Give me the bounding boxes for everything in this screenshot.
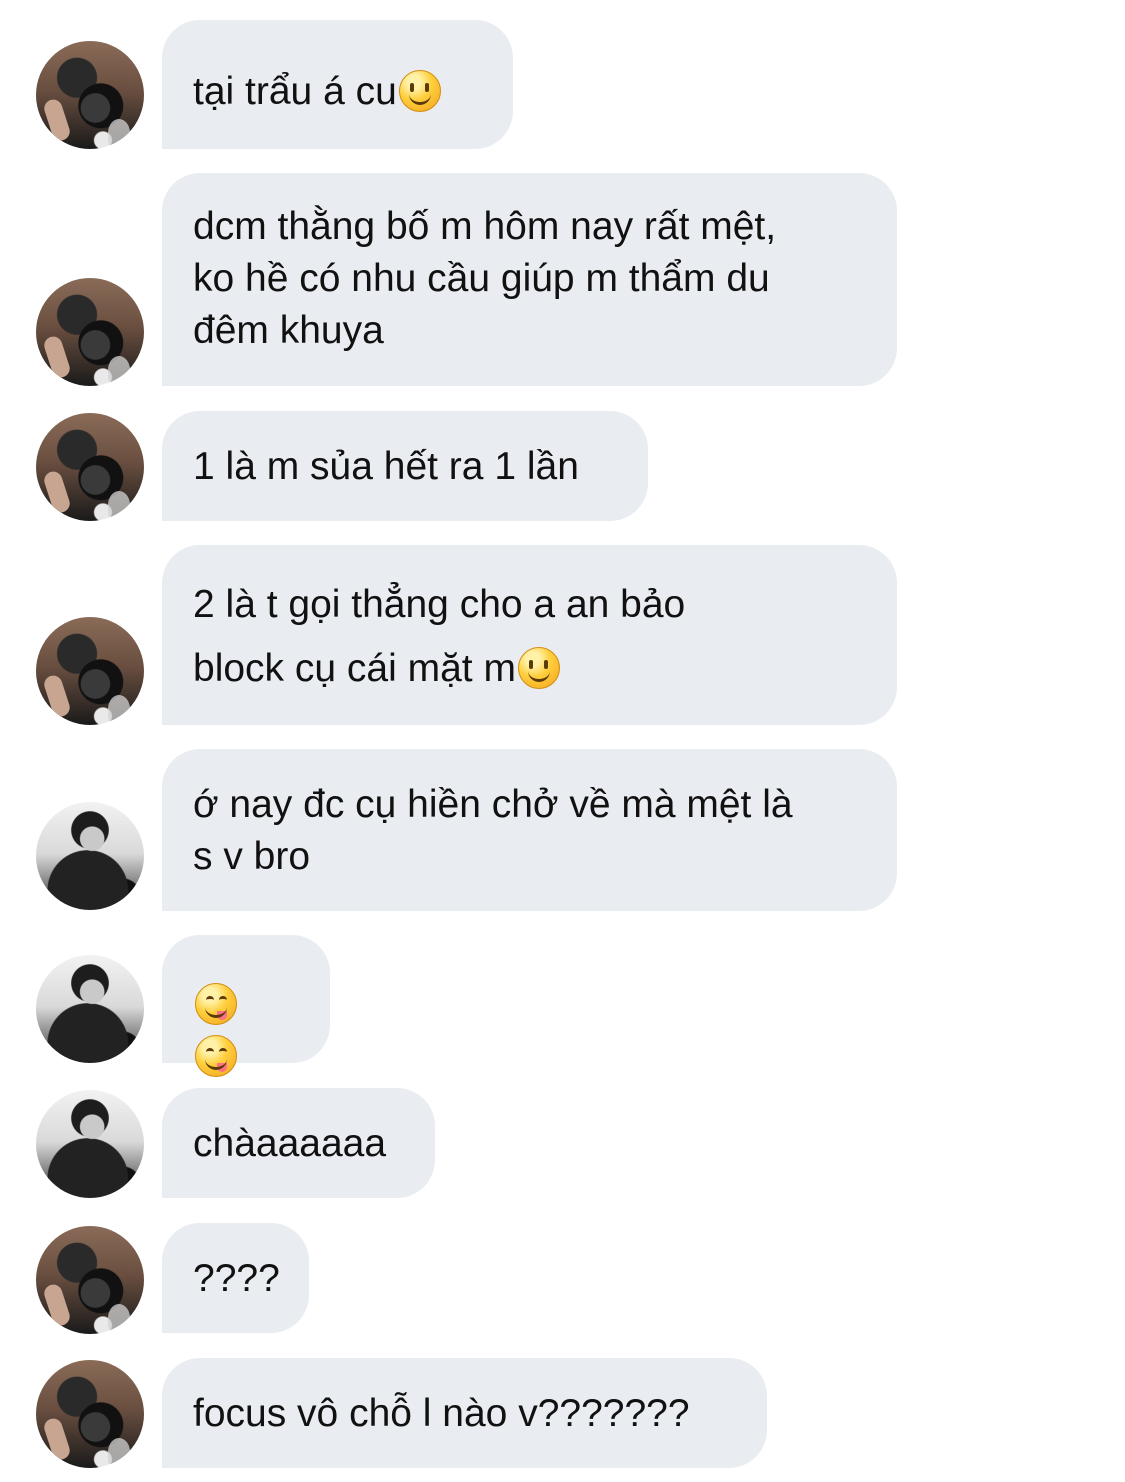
avatar-portrait[interactable]	[36, 1090, 144, 1198]
message-bubble[interactable]	[162, 935, 330, 1077]
message-text: tại trẩu á cu	[193, 70, 397, 113]
message-text: s v bro	[193, 835, 311, 878]
message-text: block cụ cái mặt m	[193, 647, 516, 690]
avatar-portrait[interactable]	[36, 802, 144, 910]
message-bubble[interactable]: ớ nay đc cụ hiền chở về mà mệt là s v br…	[162, 749, 897, 911]
avatar-camera[interactable]	[36, 617, 144, 725]
message-text: chàaaaaaa	[193, 1122, 387, 1165]
avatar-camera[interactable]	[36, 278, 144, 386]
avatar-camera[interactable]	[36, 1226, 144, 1334]
avatar-camera[interactable]	[36, 41, 144, 149]
face-savoring-food-icon	[195, 1034, 237, 1077]
avatar-camera[interactable]	[36, 1360, 144, 1468]
message-text: đêm khuya	[193, 309, 384, 352]
chat-thread: tại trẩu á cu dcm thằng bố m hôm nay rất…	[0, 0, 1125, 1482]
message-bubble[interactable]: 1 là m sủa hết ra 1 lần	[162, 411, 648, 521]
slightly-smiling-face-icon	[398, 69, 441, 112]
message-bubble[interactable]: ????	[162, 1223, 309, 1333]
avatar-camera[interactable]	[36, 413, 144, 521]
message-text: ????	[193, 1257, 280, 1300]
message-bubble[interactable]: chàaaaaaa	[162, 1088, 435, 1198]
face-savoring-food-icon	[195, 982, 237, 1025]
slightly-smiling-face-icon	[517, 646, 560, 689]
message-text: ớ nay đc cụ hiền chở về mà mệt là	[193, 783, 793, 826]
message-text: ko hề có nhu cầu giúp m thẩm du	[193, 257, 770, 300]
message-bubble[interactable]: 2 là t gọi thẳng cho a an bảo block cụ c…	[162, 545, 897, 725]
message-text: focus vô chỗ l nào v???????	[193, 1392, 690, 1435]
message-text: 2 là t gọi thẳng cho a an bảo	[193, 583, 686, 626]
message-bubble[interactable]: dcm thằng bố m hôm nay rất mệt, ko hề có…	[162, 173, 897, 386]
message-bubble[interactable]: tại trẩu á cu	[162, 20, 513, 149]
message-text: 1 là m sủa hết ra 1 lần	[193, 445, 579, 488]
message-bubble[interactable]: focus vô chỗ l nào v???????	[162, 1358, 767, 1468]
message-text: dcm thằng bố m hôm nay rất mệt,	[193, 205, 777, 248]
avatar-portrait[interactable]	[36, 955, 144, 1063]
